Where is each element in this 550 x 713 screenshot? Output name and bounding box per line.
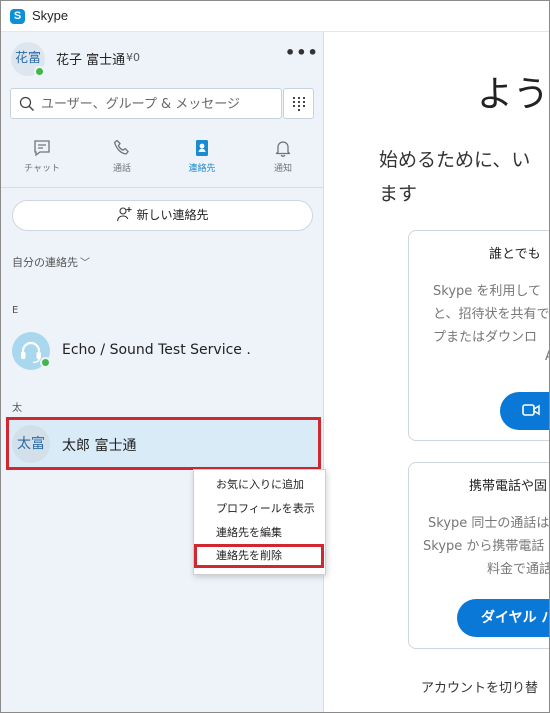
search-icon (19, 96, 34, 111)
menu-item-view-profile[interactable]: プロフィールを表示 (194, 498, 325, 520)
chevron-down-icon: ﹀ (80, 258, 90, 269)
more-options-button[interactable]: ••• (285, 45, 318, 64)
new-contact-button[interactable]: 新しい連絡先 (12, 200, 313, 231)
contacts-filter-label: 自分の連絡先 (12, 256, 78, 269)
nav-tabs: チャット 通話 連絡先 通知 (1, 132, 324, 184)
contacts-filter[interactable]: 自分の連絡先 ﹀ (12, 254, 90, 270)
invite-card-title: 誰とでも (489, 247, 541, 262)
search-box[interactable] (10, 88, 282, 119)
contact-avatar: 太富 (12, 425, 50, 463)
dialpad-icon (293, 97, 305, 111)
profile-credit[interactable]: ¥0 (126, 51, 140, 64)
phone-card-text: Skype から携帯電話 (423, 539, 545, 554)
invite-card-text: Skype を利用して (433, 284, 542, 299)
contact-item-taro[interactable]: 太富 太郎 富士通 (6, 417, 321, 470)
tab-calls-label: 通話 (112, 164, 131, 174)
welcome-title: よう (477, 74, 550, 115)
welcome-subtitle-line: ます (379, 183, 418, 205)
contact-presence-icon (40, 357, 51, 368)
window-title: Skype (32, 8, 69, 23)
profile-name[interactable]: 花子 富士通 (56, 49, 125, 68)
phone-icon (113, 139, 129, 155)
dialpad-button[interactable] (283, 88, 314, 119)
invite-card-text: と、招待状を共有で (433, 307, 550, 322)
contact-name: Echo / Sound Test Service . (62, 342, 251, 358)
tab-notifications-label: 通知 (273, 164, 292, 174)
profile-presence-icon (34, 66, 45, 77)
phone-card-text: 料金で通話 (487, 562, 550, 577)
section-header: 太 (12, 403, 22, 414)
phone-card-title: 携帯電話や固 (469, 479, 548, 494)
title-bar: S Skype (1, 1, 549, 32)
video-icon (522, 404, 540, 416)
tab-chat[interactable]: チャット (2, 132, 82, 184)
search-input[interactable] (41, 93, 279, 115)
add-contact-icon (117, 207, 132, 222)
invite-video-button[interactable] (500, 392, 549, 430)
switch-account-link[interactable]: アカウントを切り替 (421, 677, 538, 696)
contact-item-echo[interactable]: Echo / Sound Test Service . (8, 326, 319, 375)
chat-icon (34, 140, 50, 157)
new-contact-label: 新しい連絡先 (136, 208, 209, 222)
invite-card: 誰とでも Skype を利用して と、招待状を共有で プまたはダウンロ A (408, 230, 550, 441)
invite-card-text: A (545, 349, 549, 364)
phone-card-text: Skype 同士の通話は (428, 516, 550, 531)
menu-item-add-favorite[interactable]: お気に入りに追加 (194, 474, 325, 496)
bell-icon (275, 141, 291, 157)
tabs-divider (1, 187, 323, 188)
dial-pad-button[interactable]: ダイヤル パ (457, 599, 549, 637)
tab-notifications[interactable]: 通知 (243, 132, 323, 184)
tab-calls[interactable]: 通話 (82, 132, 162, 184)
menu-item-delete-contact[interactable]: 連絡先を削除 (194, 544, 324, 568)
skype-logo-icon: S (10, 9, 25, 24)
welcome-subtitle: 始めるために、い ます (379, 143, 549, 211)
menu-item-edit-contact[interactable]: 連絡先を編集 (194, 522, 325, 544)
contact-name: 太郎 富士通 (62, 438, 137, 454)
contacts-icon (196, 140, 208, 156)
welcome-subtitle-line: 始めるために、い (379, 149, 531, 171)
contact-context-menu: お気に入りに追加 プロフィールを表示 連絡先を編集 連絡先を削除 (193, 469, 326, 575)
skype-window: S Skype 花富 花子 富士通 ¥0 ••• ユーザー、グループ & メッセ… (0, 0, 550, 713)
invite-card-text: プまたはダウンロ (433, 330, 538, 345)
sidebar: 花富 花子 富士通 ¥0 ••• ユーザー、グループ & メッセージ チャット … (1, 32, 324, 712)
tab-contacts[interactable]: 連絡先 (162, 132, 242, 184)
phone-card: 携帯電話や固 Skype 同士の通話は Skype から携帯電話 料金で通話 ダ… (408, 462, 550, 649)
welcome-panel: よう 始めるために、い ます 誰とでも Skype を利用して と、招待状を共有… (324, 32, 550, 712)
tab-contacts-label: 連絡先 (188, 164, 216, 174)
tab-chat-label: チャット (24, 164, 60, 174)
section-header: E (12, 305, 19, 316)
